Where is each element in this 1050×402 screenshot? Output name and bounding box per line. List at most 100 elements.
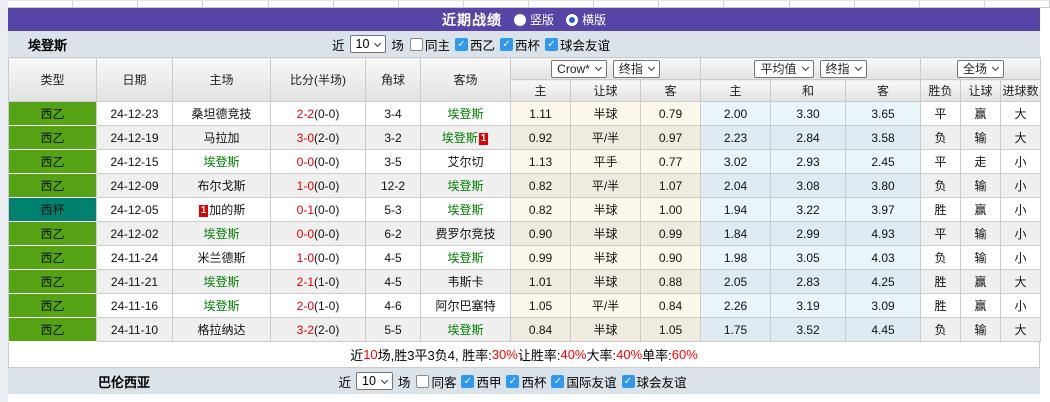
odds-stage-select[interactable]: 终指: [612, 59, 660, 78]
avg-home-cell: 1.75: [700, 317, 771, 342]
radio-icon[interactable]: [566, 13, 578, 26]
odds-away-cell: 1.00: [640, 197, 701, 222]
team-name[interactable]: 埃登斯: [447, 179, 483, 193]
team-name[interactable]: 阿尔巴塞特: [435, 299, 495, 313]
team-name[interactable]: 埃登斯: [203, 227, 239, 241]
table-edge-cell: [984, 1, 1050, 8]
team-name[interactable]: 米兰德斯: [197, 251, 245, 265]
checkbox-icon[interactable]: ✓: [461, 374, 475, 388]
match-row: 西乙 24-11-24 米兰德斯 1-0(0-0) 4-5 埃登斯 0.99 半球 0.90 1.…: [8, 245, 1042, 270]
team-name[interactable]: 韦斯卡: [447, 275, 483, 289]
team-name[interactable]: 埃登斯: [447, 251, 483, 265]
filter-checkbox[interactable]: ✓ 球会友谊: [544, 35, 610, 54]
next-team-filter-row: 巴伦西亚 近 10 场 同客 ✓ 西甲 ✓ 西杯 ✓ 国际友谊 ✓ 球会友谊: [8, 368, 1040, 394]
checkbox-icon[interactable]: [409, 37, 423, 51]
odds-handicap-cell: 半球: [570, 245, 641, 270]
team-name[interactable]: 埃登斯: [447, 203, 483, 217]
table-edge-cell: [659, 1, 725, 8]
average-stage-select[interactable]: 终指: [819, 59, 867, 78]
filter-checkbox[interactable]: ✓ 西杯: [506, 372, 546, 391]
odds-away-cell: 1.07: [640, 173, 701, 198]
odds-source-select[interactable]: Crow*: [551, 59, 607, 78]
halftime-score: (1-0): [314, 298, 340, 313]
odds-home-cell: 1.01: [510, 269, 571, 294]
result-wdl-cell: 负: [920, 125, 962, 150]
filter-checkbox[interactable]: ✓ 球会友谊: [621, 372, 687, 391]
recent-matches-table: 类型 日期 主场 比分(半场) 角球 客场 Crow* 终指 平均值 终指 全场 主…: [8, 57, 1042, 342]
result-goals-cell: 小: [1000, 293, 1042, 318]
result-goals-cell: 小: [1000, 173, 1042, 198]
scope-select[interactable]: 全场: [957, 59, 1005, 78]
radio-label: 横版: [582, 13, 607, 27]
checkbox-icon[interactable]: ✓: [551, 374, 565, 388]
result-handicap-cell: 输: [960, 221, 1002, 246]
col-header-away: 客场: [420, 57, 511, 102]
col-header-date: 日期: [96, 57, 173, 102]
team-name[interactable]: 布尔戈斯: [197, 179, 245, 193]
match-count-select[interactable]: 10: [356, 372, 393, 390]
team-name[interactable]: 桑坦德竞技: [191, 107, 251, 121]
team-name-heading: 巴伦西亚: [98, 374, 151, 390]
team-name[interactable]: 埃登斯 1: [442, 131, 490, 145]
checkbox-icon[interactable]: ✓: [499, 37, 513, 51]
odds-away-cell: 1.05: [640, 317, 701, 342]
filter-checkbox[interactable]: ✓ 西杯: [499, 35, 540, 54]
avg-home-cell: 2.23: [700, 125, 771, 150]
section-title-bar: 近期战绩 竖版 横版: [8, 8, 1040, 31]
filter-checkbox[interactable]: ✓ 西甲: [461, 372, 501, 391]
checkbox-icon[interactable]: ✓: [454, 37, 468, 51]
checkbox-icon[interactable]: ✓: [621, 374, 635, 388]
table-edge-cell: [268, 1, 334, 8]
team-name[interactable]: 埃登斯: [203, 155, 239, 169]
average-source-select[interactable]: 平均值: [754, 59, 814, 78]
checkbox-label: 国际友谊: [566, 375, 617, 390]
avg-home-cell: 2.26: [700, 293, 771, 318]
team-name[interactable]: 马拉加: [203, 131, 239, 145]
filter-checkbox[interactable]: 同客: [416, 372, 456, 391]
checkbox-icon[interactable]: ✓: [506, 374, 520, 388]
avg-away-cell: 4.25: [844, 269, 922, 294]
team-name[interactable]: 埃登斯: [447, 107, 483, 121]
layout-radio[interactable]: 竖版: [513, 11, 554, 28]
match-count-select[interactable]: 10: [349, 35, 387, 53]
team-name[interactable]: 埃登斯: [203, 275, 239, 289]
checkbox-icon[interactable]: [416, 374, 430, 388]
result-goals-cell: 大: [1000, 317, 1042, 342]
result-handicap-cell: 赢: [960, 197, 1002, 222]
score-cell: 2-2(0-0): [270, 101, 366, 126]
team-name[interactable]: 艾尔切: [447, 155, 483, 169]
match-date-cell: 24-11-21: [96, 269, 173, 294]
avg-away-cell: 3.97: [844, 197, 922, 222]
table-edge-cell: [529, 1, 595, 8]
summary-text: 40%: [616, 347, 643, 362]
odds-away-cell: 0.88: [640, 269, 701, 294]
odds-away-cell: 0.77: [640, 149, 701, 174]
halftime-score: (2-0): [314, 322, 340, 337]
filter-checkbox[interactable]: ✓ 西乙: [454, 35, 495, 54]
home-team-cell: 格拉纳达: [172, 317, 271, 342]
odds-away-cell: 0.79: [640, 101, 701, 126]
filter-checkbox[interactable]: ✓ 国际友谊: [551, 372, 617, 391]
team-name[interactable]: 埃登斯: [447, 323, 483, 337]
summary-text: 10: [363, 347, 378, 362]
team-name[interactable]: 格拉纳达: [197, 323, 245, 337]
radio-icon[interactable]: [513, 13, 526, 26]
odds-away-cell: 0.99: [640, 221, 701, 246]
odds-home-cell: 1.11: [510, 101, 571, 126]
away-team-cell: 埃登斯: [420, 317, 511, 342]
team-name[interactable]: 费罗尔竞技: [435, 227, 495, 241]
score-cell: 0-0(0-0): [270, 149, 366, 174]
team-name[interactable]: 1 加的斯: [198, 203, 245, 217]
layout-radio[interactable]: 横版: [566, 11, 606, 28]
score-cell: 2-0(1-0): [270, 293, 366, 318]
filter-checkbox[interactable]: 同主: [409, 35, 450, 54]
summary-text: 60%: [671, 347, 698, 362]
checkbox-icon[interactable]: ✓: [544, 37, 558, 51]
result-handicap-cell: 输: [960, 125, 1002, 150]
match-row: 西乙 24-11-10 格拉纳达 3-2(2-0) 5-5 埃登斯 0.84 半球 1.05 1.…: [8, 317, 1042, 342]
avg-draw-cell: 3.30: [770, 101, 846, 126]
result-handicap-cell: 赢: [960, 269, 1002, 294]
avg-home-cell: 1.84: [700, 221, 771, 246]
team-name[interactable]: 埃登斯: [203, 299, 239, 313]
summary-text: 30%: [491, 347, 518, 362]
